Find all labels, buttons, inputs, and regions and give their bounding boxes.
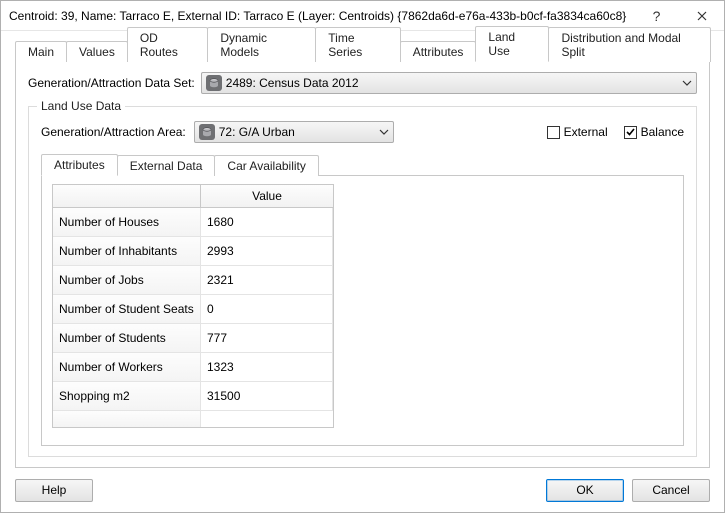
help-button[interactable]: Help bbox=[15, 479, 93, 502]
tab-land-use[interactable]: Land Use bbox=[475, 26, 549, 62]
table-footer bbox=[53, 411, 333, 427]
group-title: Land Use Data bbox=[37, 99, 125, 113]
external-checkbox[interactable]: External bbox=[547, 125, 608, 139]
cell-attribute-name: Number of Student Seats bbox=[53, 295, 201, 324]
titlebar-buttons: ? bbox=[634, 1, 724, 30]
area-value: 72: G/A Urban bbox=[219, 125, 295, 139]
dataset-combo[interactable]: 2489: Census Data 2012 bbox=[201, 72, 697, 94]
cell-attribute-value[interactable]: 1680 bbox=[201, 208, 333, 237]
main-tabs: Main Values OD Routes Dynamic Models Tim… bbox=[15, 39, 710, 61]
area-label: Generation/Attraction Area: bbox=[41, 125, 186, 139]
generation-area-row: Generation/Attraction Area: 72: G/A Urba… bbox=[41, 121, 684, 143]
cell-attribute-value[interactable]: 31500 bbox=[201, 382, 333, 411]
land-use-data-group: Land Use Data Generation/Attraction Area… bbox=[28, 106, 697, 457]
inner-tab-external-data[interactable]: External Data bbox=[117, 155, 216, 176]
table-row: Number of Jobs2321 bbox=[53, 266, 333, 295]
button-bar: Help OK Cancel bbox=[1, 468, 724, 512]
tab-attributes[interactable]: Attributes bbox=[400, 41, 477, 62]
database-icon bbox=[199, 124, 215, 140]
attributes-table: Value Number of Houses1680Number of Inha… bbox=[52, 184, 334, 428]
tab-time-series[interactable]: Time Series bbox=[315, 27, 400, 62]
chevron-down-icon bbox=[379, 125, 389, 142]
balance-checkbox[interactable]: Balance bbox=[624, 125, 684, 139]
table-row: Shopping m231500 bbox=[53, 382, 333, 411]
table-body: Number of Houses1680Number of Inhabitant… bbox=[53, 208, 333, 411]
content-area: Main Values OD Routes Dynamic Models Tim… bbox=[1, 31, 724, 468]
chevron-down-icon bbox=[682, 76, 692, 93]
table-row: Number of Workers1323 bbox=[53, 353, 333, 382]
dataset-label: Generation/Attraction Data Set: bbox=[28, 76, 195, 90]
table-header: Value bbox=[53, 185, 333, 208]
tab-panel-land-use: Generation/Attraction Data Set: 2489: Ce… bbox=[15, 61, 710, 468]
dataset-row: Generation/Attraction Data Set: 2489: Ce… bbox=[28, 72, 697, 94]
ok-button[interactable]: OK bbox=[546, 479, 624, 502]
cell-attribute-name: Number of Inhabitants bbox=[53, 237, 201, 266]
table-row: Number of Inhabitants2993 bbox=[53, 237, 333, 266]
inner-tab-attributes[interactable]: Attributes bbox=[41, 154, 118, 176]
table-row: Number of Houses1680 bbox=[53, 208, 333, 237]
checkbox-icon bbox=[547, 126, 560, 139]
tab-distribution-modal-split[interactable]: Distribution and Modal Split bbox=[548, 27, 711, 62]
th-attribute bbox=[53, 185, 201, 208]
checkbox-checked-icon bbox=[624, 126, 637, 139]
balance-checkbox-label: Balance bbox=[641, 125, 684, 139]
cell-attribute-value[interactable]: 2993 bbox=[201, 237, 333, 266]
table-row: Number of Students777 bbox=[53, 324, 333, 353]
cell-attribute-value[interactable]: 1323 bbox=[201, 353, 333, 382]
dataset-value: 2489: Census Data 2012 bbox=[226, 76, 359, 90]
cell-attribute-value[interactable]: 777 bbox=[201, 324, 333, 353]
cell-attribute-name: Number of Jobs bbox=[53, 266, 201, 295]
window-title: Centroid: 39, Name: Tarraco E, External … bbox=[9, 9, 634, 23]
tab-main[interactable]: Main bbox=[15, 41, 67, 62]
inner-panel-attributes: Value Number of Houses1680Number of Inha… bbox=[41, 175, 684, 446]
th-value: Value bbox=[201, 185, 333, 208]
database-icon bbox=[206, 75, 222, 91]
table-row: Number of Student Seats0 bbox=[53, 295, 333, 324]
close-icon[interactable] bbox=[679, 1, 724, 30]
dialog-window: Centroid: 39, Name: Tarraco E, External … bbox=[0, 0, 725, 513]
tab-values[interactable]: Values bbox=[66, 41, 128, 62]
cell-attribute-value[interactable]: 2321 bbox=[201, 266, 333, 295]
inner-tab-car-availability[interactable]: Car Availability bbox=[214, 155, 318, 176]
area-combo[interactable]: 72: G/A Urban bbox=[194, 121, 394, 143]
cell-attribute-name: Number of Houses bbox=[53, 208, 201, 237]
cell-attribute-name: Shopping m2 bbox=[53, 382, 201, 411]
inner-tabs: Attributes External Data Car Availabilit… bbox=[41, 153, 684, 175]
cell-attribute-name: Number of Workers bbox=[53, 353, 201, 382]
help-icon[interactable]: ? bbox=[634, 1, 679, 30]
tab-od-routes[interactable]: OD Routes bbox=[127, 27, 209, 62]
external-checkbox-label: External bbox=[564, 125, 608, 139]
tab-dynamic-models[interactable]: Dynamic Models bbox=[207, 27, 316, 62]
cell-attribute-value[interactable]: 0 bbox=[201, 295, 333, 324]
cancel-button[interactable]: Cancel bbox=[632, 479, 710, 502]
inner-tabs-wrap: Attributes External Data Car Availabilit… bbox=[41, 153, 684, 446]
cell-attribute-name: Number of Students bbox=[53, 324, 201, 353]
